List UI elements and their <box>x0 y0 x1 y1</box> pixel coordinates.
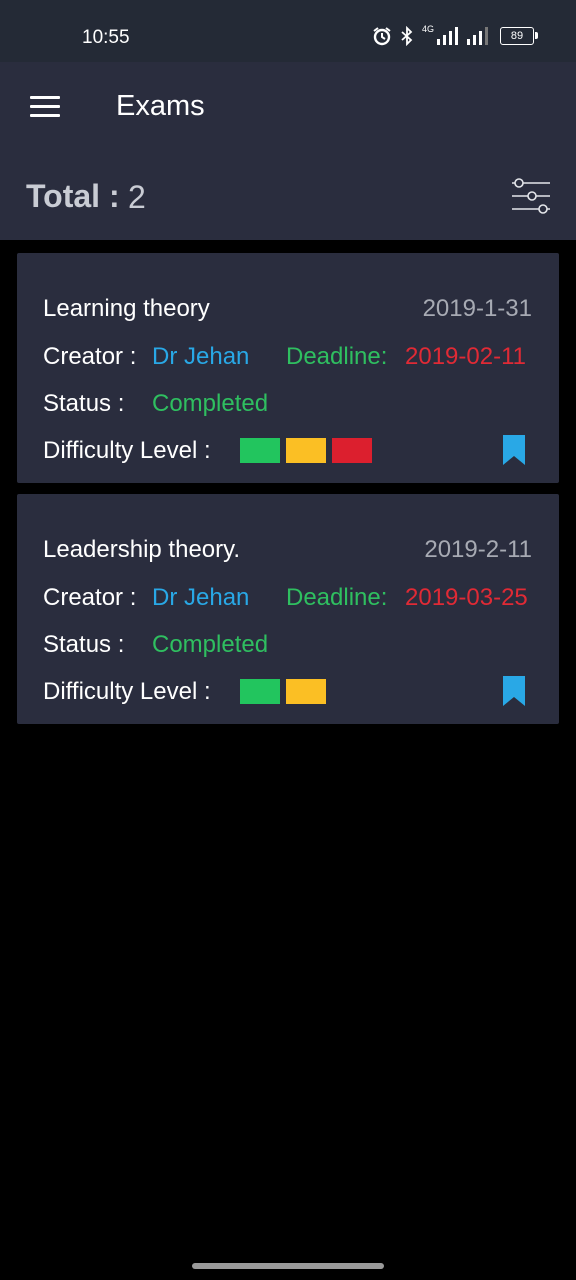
exam-card[interactable]: Learning theory 2019-1-31 Creator : Dr J… <box>17 253 559 483</box>
difficulty-indicator <box>240 438 372 463</box>
difficulty-box <box>286 438 326 463</box>
deadline-date: 2019-02-11 <box>405 343 526 370</box>
hamburger-menu-icon[interactable] <box>30 96 60 120</box>
deadline-label: Deadline: <box>286 343 388 370</box>
network-type-label: 4G <box>421 24 434 34</box>
exam-date: 2019-2-11 <box>424 536 532 563</box>
status-bar: 10:55 4G 89 <box>0 0 576 62</box>
summary-bar: Total : 2 <box>0 158 576 240</box>
exam-title: Leadership theory. <box>43 536 241 563</box>
battery-icon: 89 <box>500 27 538 45</box>
status-value: Completed <box>152 390 269 417</box>
alarm-icon <box>373 27 391 46</box>
signal-strength-icon <box>437 27 458 45</box>
creator-name[interactable]: Dr Jehan <box>152 343 249 371</box>
bookmark-icon[interactable] <box>501 676 527 706</box>
battery-level: 89 <box>510 30 524 42</box>
page-title: Exams <box>116 90 205 122</box>
status-label: Status : <box>43 390 125 417</box>
status-time: 10:55 <box>82 27 130 48</box>
status-icons: 4G 89 <box>372 24 538 46</box>
bookmark-icon[interactable] <box>501 435 527 465</box>
difficulty-box <box>240 679 280 704</box>
difficulty-box <box>332 438 372 463</box>
difficulty-box <box>240 438 280 463</box>
exam-card[interactable]: Leadership theory. 2019-2-11 Creator : D… <box>17 494 559 724</box>
home-indicator[interactable] <box>192 1263 384 1269</box>
difficulty-indicator <box>240 679 326 704</box>
exam-date: 2019-1-31 <box>422 295 532 322</box>
creator-name[interactable]: Dr Jehan <box>152 584 249 612</box>
difficulty-label: Difficulty Level : <box>43 437 211 464</box>
app-bar: Exams <box>0 62 576 158</box>
filter-sliders-icon[interactable] <box>510 176 552 216</box>
exam-title: Learning theory <box>43 295 210 322</box>
difficulty-box <box>286 679 326 704</box>
status-value: Completed <box>152 631 269 658</box>
deadline-date: 2019-03-25 <box>405 584 528 611</box>
creator-label: Creator : <box>43 343 137 370</box>
total-count: 2 <box>128 179 146 215</box>
difficulty-label: Difficulty Level : <box>43 678 211 705</box>
signal-strength-2-icon <box>467 27 488 45</box>
bluetooth-icon <box>401 26 413 46</box>
creator-label: Creator : <box>43 584 137 611</box>
deadline-label: Deadline: <box>286 584 388 611</box>
total-label: Total : <box>26 178 120 214</box>
status-label: Status : <box>43 631 125 658</box>
